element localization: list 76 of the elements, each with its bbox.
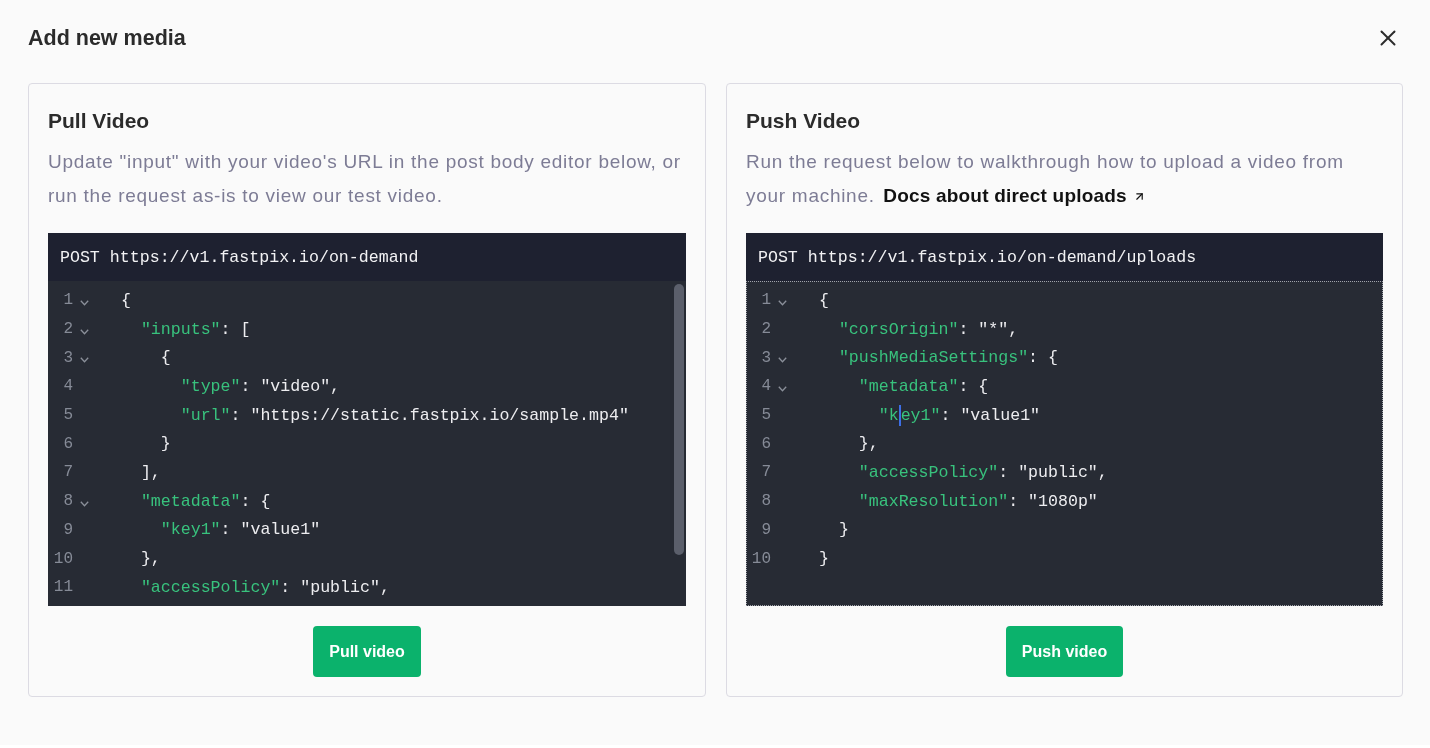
line-number: 3 bbox=[761, 348, 771, 367]
chevron-down-icon[interactable] bbox=[778, 385, 787, 392]
card-description: Update "input" with your video's URL in the post body editor below, or run the request as-is to view our test video. bbox=[48, 150, 682, 208]
code-text: : "value1" bbox=[220, 520, 321, 540]
code-editor[interactable]: 1 { 2 "corsOrigin": "*", 3 "pushMediaSettings": { 4 "metadata": { 5 "k ey1": "value1" 6 }, 7 "accessPolicy": "public", 8 "maxResolution": "1080p" 9 } 10 } bbox=[746, 281, 1383, 606]
code-text: : "https://static.fastpix.io/sample.mp4" bbox=[230, 405, 629, 425]
scrollbar-thumb[interactable] bbox=[674, 284, 684, 555]
code-text: : { bbox=[240, 491, 271, 511]
code-text: : "video", bbox=[240, 376, 341, 396]
line-number: 7 bbox=[63, 463, 73, 482]
request-url: https://v1.fastpix.io/on-demand bbox=[109, 247, 419, 267]
line-number: 6 bbox=[63, 434, 73, 453]
json-key: "type" bbox=[180, 376, 241, 396]
line-number: 6 bbox=[761, 434, 771, 453]
json-key: ey1" bbox=[900, 405, 941, 425]
code-text: : "1080p" bbox=[1008, 491, 1098, 511]
line-number: 10 bbox=[53, 549, 73, 568]
json-key: "accessPolicy" bbox=[858, 462, 999, 482]
code-text: }, bbox=[140, 549, 161, 569]
code-text: : "public", bbox=[998, 462, 1108, 482]
http-method: POST bbox=[60, 247, 100, 267]
chevron-down-icon[interactable] bbox=[80, 328, 89, 335]
json-key: "corsOrigin" bbox=[838, 319, 959, 339]
code-text: : "public", bbox=[280, 577, 390, 597]
json-key: "k bbox=[878, 405, 899, 425]
code-text: } bbox=[819, 549, 829, 569]
code-text: ], bbox=[140, 462, 161, 482]
line-number: 10 bbox=[751, 549, 771, 568]
docs-link[interactable]: Docs about direct uploads bbox=[883, 179, 1146, 213]
json-key: "metadata" bbox=[140, 491, 241, 511]
line-number: 2 bbox=[63, 320, 73, 339]
code-text: { bbox=[819, 290, 829, 310]
line-number: 8 bbox=[761, 492, 771, 511]
json-key: "accessPolicy" bbox=[140, 577, 281, 597]
line-number: 8 bbox=[63, 492, 73, 511]
request-url: https://v1.fastpix.io/on-demand/uploads bbox=[807, 247, 1197, 267]
line-number: 2 bbox=[761, 320, 771, 339]
code-text: { bbox=[121, 290, 131, 310]
line-number: 5 bbox=[761, 406, 771, 425]
line-number: 5 bbox=[63, 406, 73, 425]
json-key: "inputs" bbox=[140, 319, 221, 339]
code-text: : "*", bbox=[958, 319, 1019, 339]
code-text: : [ bbox=[220, 319, 251, 339]
code-text: : { bbox=[958, 376, 989, 396]
json-key: "maxResolution" bbox=[858, 491, 1009, 511]
line-number: 3 bbox=[63, 348, 73, 367]
code-text: { bbox=[160, 348, 171, 368]
line-number: 1 bbox=[63, 291, 73, 310]
text-cursor-icon bbox=[898, 404, 901, 426]
card-description: Run the request below to walkthrough how to upload a video from your machine. Docs about direct uploads bbox=[746, 145, 1383, 213]
line-number: 9 bbox=[63, 520, 73, 539]
line-number: 9 bbox=[761, 520, 771, 539]
json-key: "url" bbox=[180, 405, 231, 425]
code-text: : { bbox=[1028, 348, 1058, 368]
json-key: "metadata" bbox=[858, 376, 959, 396]
code-text: : "value1" bbox=[940, 405, 1041, 425]
chevron-down-icon[interactable] bbox=[80, 500, 89, 507]
line-number: 4 bbox=[63, 377, 73, 396]
dialog-title: Add new media bbox=[28, 25, 186, 52]
json-key: "pushMediaSettings" bbox=[838, 348, 1029, 368]
code-text: } bbox=[160, 434, 171, 454]
card-title: Pull Video bbox=[48, 108, 150, 134]
chevron-down-icon[interactable] bbox=[80, 299, 89, 306]
line-number: 7 bbox=[761, 463, 771, 482]
line-number: 11 bbox=[53, 578, 73, 597]
code-text: }, bbox=[858, 434, 879, 454]
json-key: "key1" bbox=[160, 520, 221, 540]
line-number: 1 bbox=[761, 291, 771, 310]
line-number: 4 bbox=[761, 377, 771, 396]
chevron-down-icon[interactable] bbox=[778, 357, 787, 364]
code-editor[interactable]: 1 { 2 "inputs": [ 3 { 4 "type": "video", 5 "url": "https://static.fastpix.io/sample.mp4" 6 } 7 ], 8 "metadata": { 9 "key1": "value1" 10 }, 11 "accessPolicy": "public", bbox=[48, 281, 686, 606]
chevron-down-icon[interactable] bbox=[778, 299, 787, 306]
code-text: } bbox=[838, 520, 849, 540]
card-title: Push Video bbox=[746, 108, 860, 134]
chevron-down-icon[interactable] bbox=[80, 357, 89, 364]
http-method: POST bbox=[758, 247, 798, 267]
